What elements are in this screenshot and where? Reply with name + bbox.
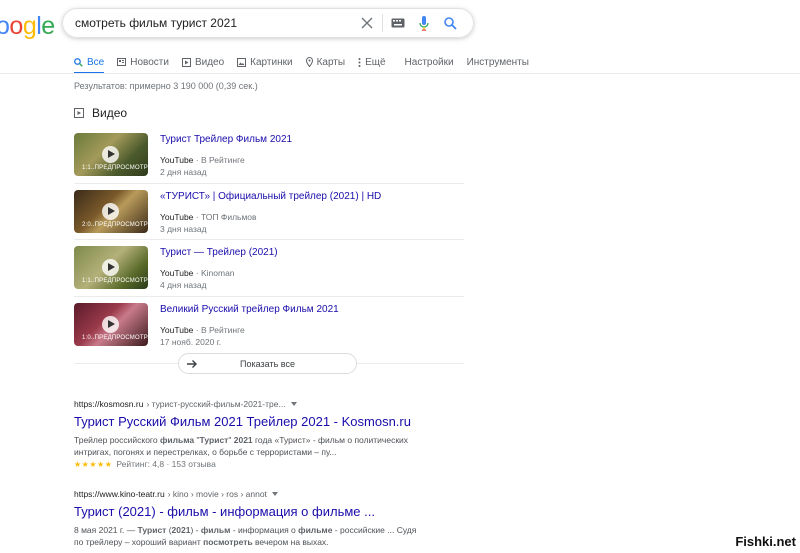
video-list: 1:1..ПРЕДПРОСМОТР Турист Трейлер Фильм 2… xyxy=(74,127,464,353)
video-date: 2 дня назад xyxy=(160,167,207,177)
result-url[interactable]: https://kosmosn.ru › турист-русский-фильм… xyxy=(74,399,474,409)
thumb-label: 2:0..ПРЕДПРОСМОТР xyxy=(82,221,148,228)
tab-video[interactable]: Видео xyxy=(181,52,225,72)
tab-images[interactable]: Картинки xyxy=(237,52,293,72)
thumb-label: 1:1..ПРЕДПРОСМОТР xyxy=(82,165,148,171)
news-icon xyxy=(117,58,127,66)
video-thumbnail[interactable]: 1:1..ПРЕДПРОСМОТР xyxy=(74,246,148,289)
video-item[interactable]: 1:1..ПРЕДПРОСМОТР Турист Трейлер Фильм 2… xyxy=(74,127,464,184)
keyboard-icon[interactable] xyxy=(385,10,411,36)
map-pin-icon xyxy=(305,57,313,67)
search-tabs: Все Новости Видео Картинки Карты Ещё Нас… xyxy=(74,52,542,74)
video-channel: · В Рейтинге xyxy=(195,155,245,165)
divider xyxy=(382,14,383,32)
search-icon[interactable] xyxy=(437,10,463,36)
star-rating-icon: ★★★★★ xyxy=(74,459,113,469)
video-item[interactable]: 2:0..ПРЕДПРОСМОТР «ТУРИСТ» | Официальный… xyxy=(74,184,464,240)
rating-text: Рейтинг: 4,8 · 153 отзыва xyxy=(116,459,216,469)
video-source-name: YouTube xyxy=(160,268,194,278)
clear-icon[interactable] xyxy=(354,10,380,36)
result-breadcrumb: › турист-русский-фильм-2021-тре... xyxy=(146,399,286,409)
tab-label: Все xyxy=(87,56,105,68)
video-source: YouTube · Kinoman xyxy=(160,268,235,278)
tab-label: Ещё xyxy=(365,56,386,68)
video-channel: · Kinoman xyxy=(195,268,235,278)
thumb-label: 1:1..ПРЕДПРОСМОТР xyxy=(82,278,148,284)
video-channel: · В Рейтинге xyxy=(195,324,245,335)
google-logo[interactable]: oogle xyxy=(0,12,55,41)
mic-icon[interactable] xyxy=(411,10,437,36)
video-source-name: YouTube xyxy=(160,155,194,165)
video-section-header: Видео xyxy=(74,106,127,120)
tab-label: Настройки xyxy=(404,56,454,68)
tab-all[interactable]: Все xyxy=(74,52,105,74)
play-icon xyxy=(102,259,119,276)
show-all-label: Показать все xyxy=(240,358,295,369)
watermark: Fishki.net xyxy=(735,534,796,549)
search-input[interactable] xyxy=(75,16,354,30)
video-thumbnail[interactable]: 2:0..ПРЕДПРОСМОТР xyxy=(74,189,148,233)
play-icon xyxy=(102,315,119,333)
search-box[interactable] xyxy=(62,8,474,38)
search-result: https://www.kino-teatr.ru › kino › movie … xyxy=(74,489,474,548)
video-source: YouTube · В Рейтинге xyxy=(160,325,245,335)
video-item[interactable]: 1:0..ПРЕДПРОСМОТР Великий Русский трейле… xyxy=(74,297,464,354)
tab-maps[interactable]: Карты xyxy=(305,52,346,72)
tab-label: Карты xyxy=(316,56,346,68)
video-date: 3 дня назад xyxy=(160,223,207,234)
header-divider xyxy=(0,73,800,74)
tab-tools[interactable]: Инструменты xyxy=(467,52,529,72)
video-date: 17 нояб. 2020 г. xyxy=(160,336,222,347)
video-title[interactable]: Турист Трейлер Фильм 2021 xyxy=(160,134,292,145)
play-icon xyxy=(102,146,119,163)
video-channel: · ТОП Фильмов xyxy=(195,211,257,222)
thumb-label: 1:0..ПРЕДПРОСМОТР xyxy=(82,334,148,341)
tab-label: Новости xyxy=(130,56,169,68)
divider xyxy=(357,363,464,364)
result-stats: Результатов: примерно 3 190 000 (0,39 се… xyxy=(74,81,258,91)
video-icon xyxy=(181,57,191,67)
video-title[interactable]: Великий Русский трейлер Фильм 2021 xyxy=(160,304,339,315)
tab-more[interactable]: Ещё xyxy=(358,52,386,72)
result-url[interactable]: https://www.kino-teatr.ru › kino › movie … xyxy=(74,489,474,499)
tab-news[interactable]: Новости xyxy=(117,52,169,72)
video-title[interactable]: Турист — Трейлер (2021) xyxy=(160,247,278,258)
tab-label: Видео xyxy=(194,56,225,68)
image-icon xyxy=(237,57,247,67)
tab-label: Инструменты xyxy=(466,56,529,68)
result-breadcrumb: › kino › movie › ros › annot xyxy=(167,489,267,499)
tab-settings[interactable]: Настройки xyxy=(405,52,454,72)
video-icon xyxy=(74,108,84,118)
result-domain: https://kosmosn.ru xyxy=(74,399,144,409)
video-title[interactable]: «ТУРИСТ» | Официальный трейлер (2021) | … xyxy=(160,191,381,202)
chevron-down-icon[interactable] xyxy=(271,492,278,496)
video-section-title: Видео xyxy=(92,106,128,120)
chevron-down-icon[interactable] xyxy=(290,402,297,406)
video-date: 4 дня назад xyxy=(160,280,207,290)
play-icon xyxy=(102,202,119,220)
search-result: https://kosmosn.ru › турист-русский-фильм… xyxy=(74,399,474,469)
result-title[interactable]: Турист (2021) - фильм - информация о фил… xyxy=(74,504,474,519)
result-snippet: Трейлер российского фильма "Турист" 2021… xyxy=(74,435,409,457)
video-source-name: YouTube xyxy=(160,211,194,222)
more-vert-icon xyxy=(358,57,361,67)
show-all-button[interactable]: Показать все xyxy=(178,353,357,374)
result-rating: ★★★★★ Рейтинг: 4,8 · 153 отзыва xyxy=(74,459,474,469)
arrow-right-icon xyxy=(187,360,197,368)
result-title[interactable]: Турист Русский Фильм 2021 Трейлер 2021 -… xyxy=(74,414,474,429)
video-thumbnail[interactable]: 1:1..ПРЕДПРОСМОТР xyxy=(74,133,148,176)
result-snippet: 8 мая 2021 г. — Турист (2021) - фильм - … xyxy=(74,525,417,547)
search-icon xyxy=(74,57,83,67)
result-domain: https://www.kino-teatr.ru xyxy=(74,489,165,499)
video-source: YouTube · ТОП Фильмов xyxy=(160,212,257,222)
video-source: YouTube · В Рейтинге xyxy=(160,155,245,165)
tab-label: Картинки xyxy=(250,56,293,68)
divider xyxy=(74,363,178,364)
video-thumbnail[interactable]: 1:0..ПРЕДПРОСМОТР xyxy=(74,302,148,346)
video-item[interactable]: 1:1..ПРЕДПРОСМОТР Турист — Трейлер (2021… xyxy=(74,240,464,297)
video-source-name: YouTube xyxy=(160,324,194,335)
